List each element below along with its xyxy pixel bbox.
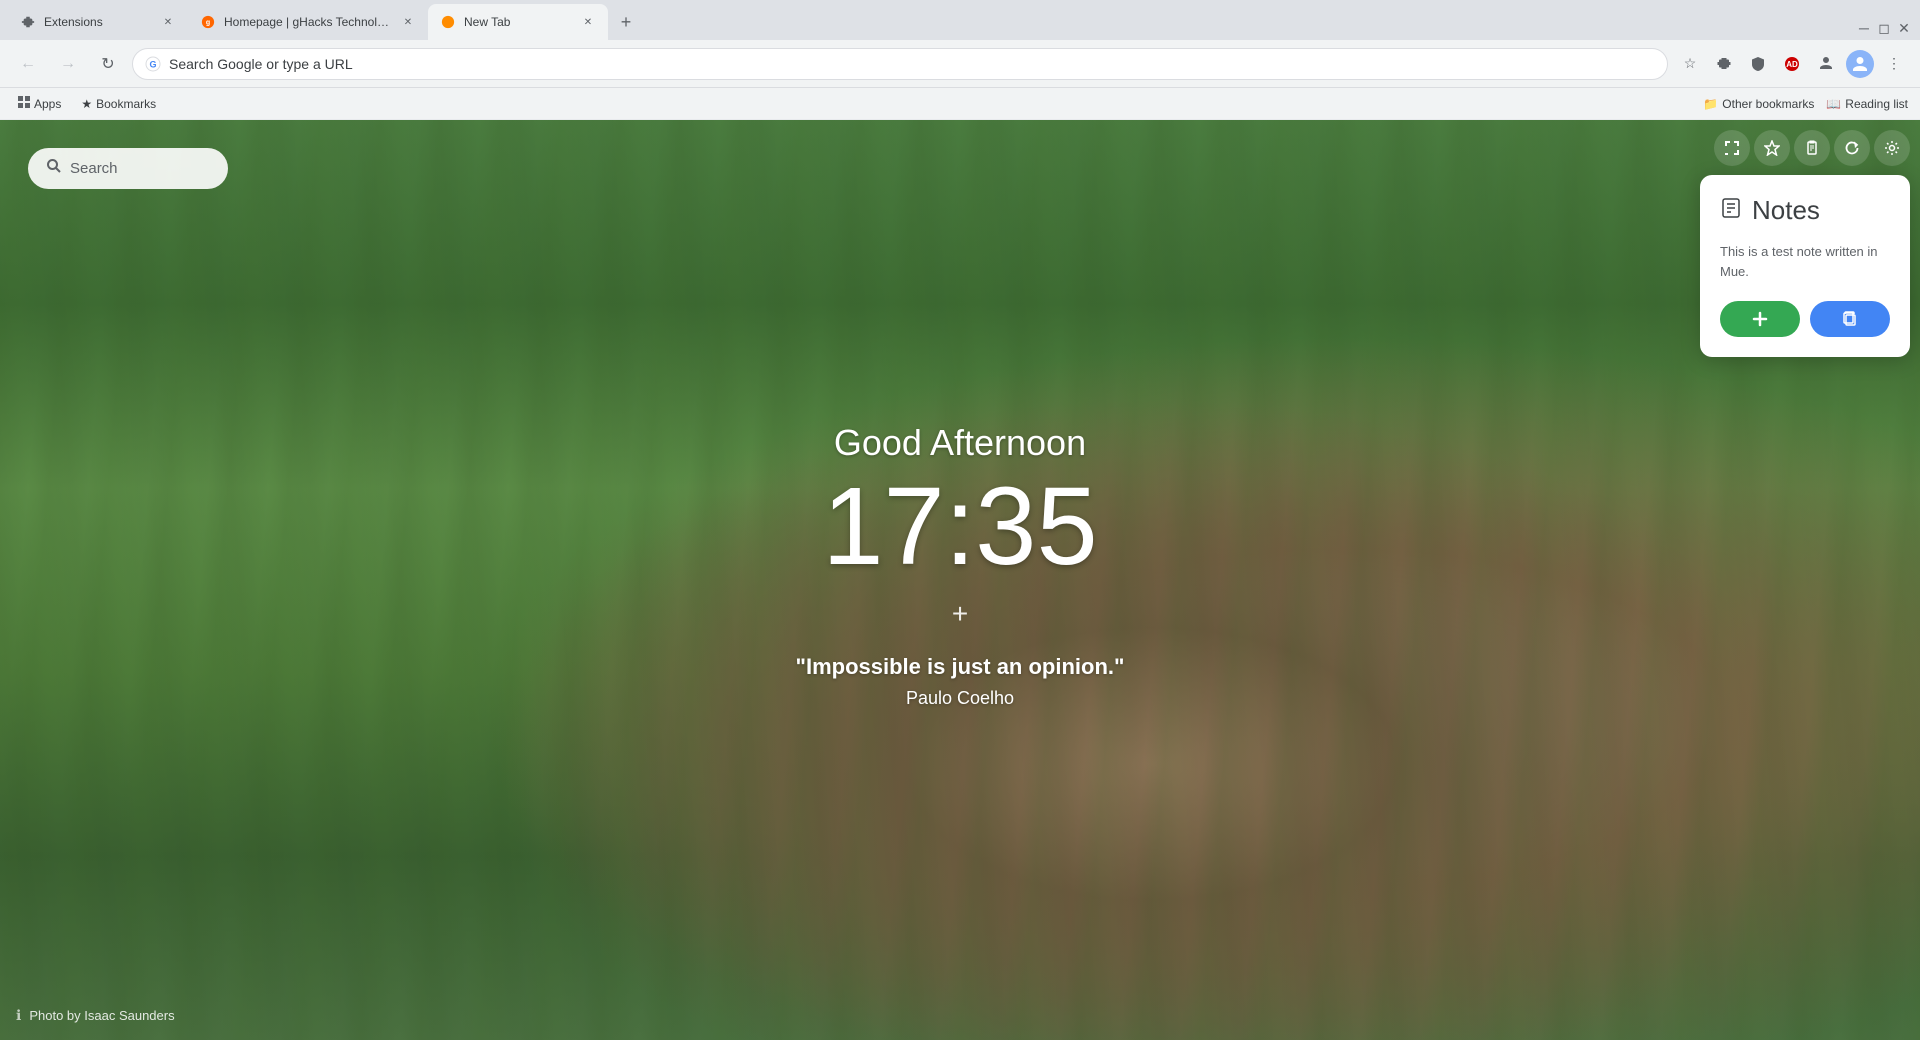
star-bookmark-icon: ★ xyxy=(81,97,92,111)
notes-header: Notes xyxy=(1720,195,1890,226)
shield-icon[interactable] xyxy=(1744,50,1772,78)
address-text: Search Google or type a URL xyxy=(169,56,1655,72)
tab-newtab-title: New Tab xyxy=(464,15,572,29)
back-button[interactable]: ← xyxy=(12,48,44,80)
svg-text:AD: AD xyxy=(1786,60,1798,69)
new-tab-button[interactable]: + xyxy=(612,8,640,36)
other-bookmarks-label: Other bookmarks xyxy=(1722,97,1814,111)
tab-new-tab[interactable]: New Tab ✕ xyxy=(428,4,608,40)
notes-add-button[interactable] xyxy=(1720,301,1800,337)
search-bar[interactable]: Search xyxy=(28,148,228,189)
bookmarks-bar: Apps ★ Bookmarks 📁 Other bookmarks 📖 Rea… xyxy=(0,88,1920,120)
quote-text: "Impossible is just an opinion." xyxy=(796,654,1125,680)
forward-button[interactable]: → xyxy=(52,48,84,80)
photo-credit: Photo by Isaac Saunders xyxy=(29,1008,174,1023)
tab-ghacks-close[interactable]: ✕ xyxy=(400,14,416,30)
bookmark-bookmarks-label: Bookmarks xyxy=(96,97,156,111)
user-icon[interactable] xyxy=(1812,50,1840,78)
add-event-button[interactable]: + xyxy=(952,598,968,630)
quote-author: Paulo Coelho xyxy=(796,688,1125,709)
refresh-icon[interactable] xyxy=(1834,130,1870,166)
other-bookmarks-item[interactable]: 📁 Other bookmarks xyxy=(1703,97,1814,111)
bookmarks-right: 📁 Other bookmarks 📖 Reading list xyxy=(1703,97,1908,111)
notes-header-icon xyxy=(1720,197,1742,225)
extensions-puzzle-icon[interactable] xyxy=(1710,50,1738,78)
tab-ghacks[interactable]: g Homepage | gHacks Technology ... ✕ xyxy=(188,4,428,40)
toolbar: ← → ↻ G Search Google or type a URL ☆ AD xyxy=(0,40,1920,88)
notes-content: This is a test note written in Mue. xyxy=(1720,242,1890,281)
bookmark-apps[interactable]: Apps xyxy=(12,94,67,113)
tab-bar: Extensions ✕ g Homepage | gHacks Technol… xyxy=(0,0,1920,40)
restore-button[interactable]: ◻ xyxy=(1876,20,1892,36)
settings-icon[interactable] xyxy=(1874,130,1910,166)
bookmark-apps-label: Apps xyxy=(34,97,61,111)
minimize-button[interactable]: ─ xyxy=(1856,20,1872,36)
close-button[interactable]: ✕ xyxy=(1896,20,1912,36)
fullscreen-icon[interactable] xyxy=(1714,130,1750,166)
tab-newtab-close[interactable]: ✕ xyxy=(580,14,596,30)
tab-extensions-favicon xyxy=(20,14,36,30)
notes-title: Notes xyxy=(1752,195,1820,226)
tab-bar-right: ─ ◻ ✕ xyxy=(640,20,1912,40)
toolbar-right: ☆ AD ⋮ xyxy=(1676,50,1908,78)
bookmark-star-icon[interactable]: ☆ xyxy=(1676,50,1704,78)
notes-widget: Notes This is a test note written in Mue… xyxy=(1700,175,1910,357)
apps-grid-icon xyxy=(18,96,30,111)
google-icon: G xyxy=(145,56,161,72)
bookmark-bookmarks[interactable]: ★ Bookmarks xyxy=(75,95,162,113)
content-area: Search No xyxy=(0,120,1920,1040)
profile-avatar[interactable] xyxy=(1846,50,1874,78)
tab-ghacks-title: Homepage | gHacks Technology ... xyxy=(224,15,392,29)
tab-extensions-close[interactable]: ✕ xyxy=(160,14,176,30)
photo-attribution: ℹ Photo by Isaac Saunders xyxy=(16,1007,175,1024)
notes-copy-button[interactable] xyxy=(1810,301,1890,337)
center-content: Good Afternoon 17:35 + "Impossible is ju… xyxy=(796,422,1125,709)
reading-list-item[interactable]: 📖 Reading list xyxy=(1826,97,1908,111)
info-icon[interactable]: ℹ xyxy=(16,1007,21,1024)
reload-button[interactable]: ↻ xyxy=(92,48,124,80)
greeting-text: Good Afternoon xyxy=(796,422,1125,464)
star-icon[interactable] xyxy=(1754,130,1790,166)
search-bar-text: Search xyxy=(70,160,118,177)
adblock-icon[interactable]: AD xyxy=(1778,50,1806,78)
address-bar[interactable]: G Search Google or type a URL xyxy=(132,48,1668,80)
svg-text:g: g xyxy=(206,20,210,27)
menu-button[interactable]: ⋮ xyxy=(1880,50,1908,78)
reading-list-label: Reading list xyxy=(1845,97,1908,111)
reading-list-icon: 📖 xyxy=(1826,97,1841,111)
clock-display: 17:35 xyxy=(796,472,1125,582)
top-right-icons xyxy=(1714,130,1910,166)
folder-icon: 📁 xyxy=(1703,97,1718,111)
browser-frame: Extensions ✕ g Homepage | gHacks Technol… xyxy=(0,0,1920,1040)
tab-extensions[interactable]: Extensions ✕ xyxy=(8,4,188,40)
search-bar-icon xyxy=(46,158,62,179)
clipboard-icon[interactable] xyxy=(1794,130,1830,166)
tab-newtab-favicon xyxy=(440,14,456,30)
notes-actions xyxy=(1720,301,1890,337)
tab-extensions-title: Extensions xyxy=(44,15,152,29)
svg-text:G: G xyxy=(149,59,156,69)
tab-ghacks-favicon: g xyxy=(200,14,216,30)
